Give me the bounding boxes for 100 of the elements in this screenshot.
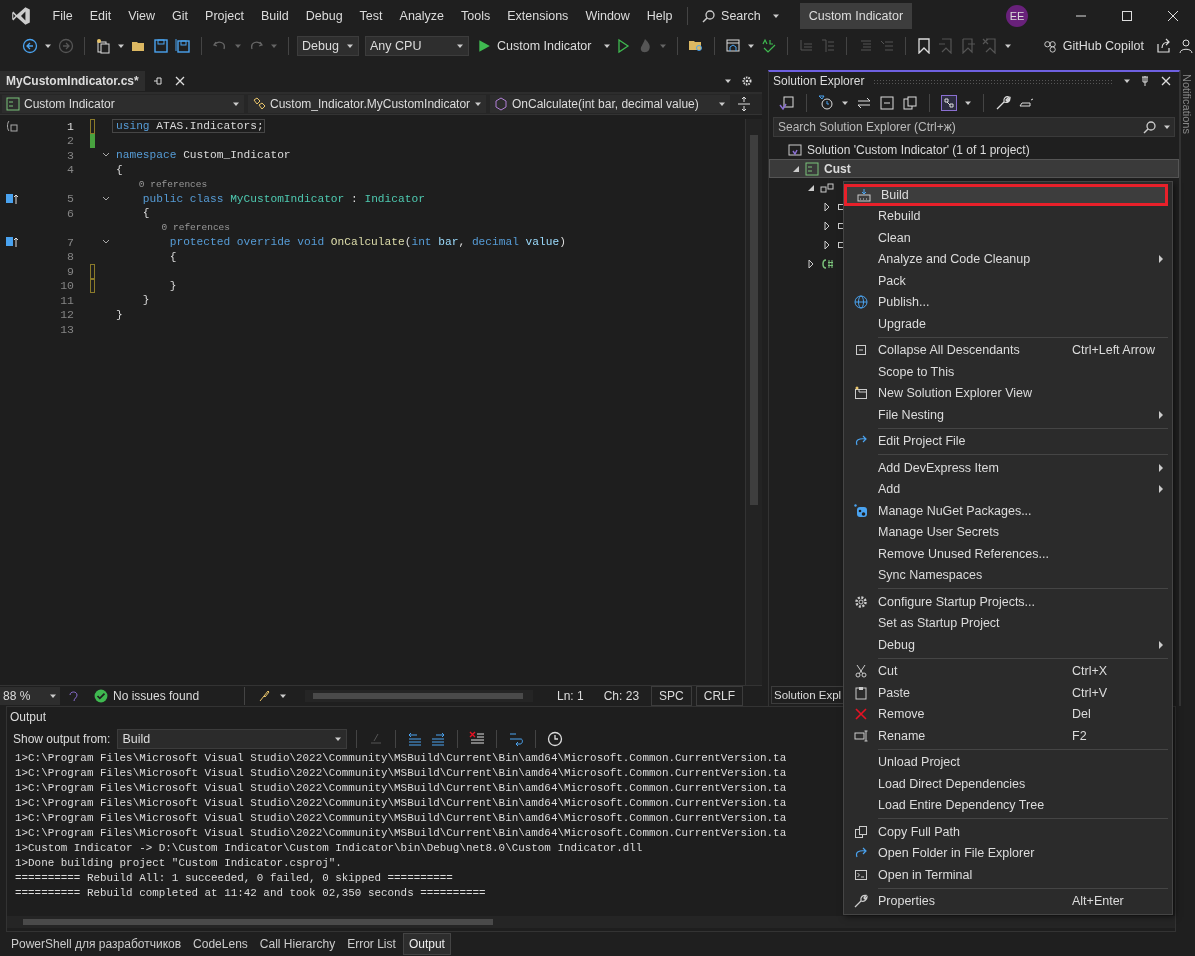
- search-field[interactable]: Search Solution Explorer (Ctrl+ж): [773, 117, 1175, 137]
- tool-window-tab[interactable]: Error List: [342, 934, 401, 954]
- menu-item[interactable]: Edit: [81, 9, 120, 23]
- menu-item[interactable]: Tools: [452, 9, 499, 23]
- menu-item[interactable]: Test: [351, 9, 392, 23]
- browser-icon[interactable]: [725, 38, 742, 54]
- menu-item[interactable]: Cut Ctrl+X: [844, 660, 1172, 682]
- start-button[interactable]: Custom Indicator: [477, 39, 612, 53]
- save-icon[interactable]: [153, 38, 169, 54]
- save-all-icon[interactable]: [175, 38, 191, 54]
- collapse-all-icon[interactable]: [879, 95, 895, 111]
- menu-item[interactable]: Analyze: [391, 9, 453, 23]
- tool-window-tab[interactable]: CodeLens: [188, 934, 253, 954]
- line-ending-indicator[interactable]: CRLF: [695, 686, 744, 706]
- menu-item[interactable]: Open Folder in File Explorer: [844, 842, 1172, 864]
- platform-dropdown[interactable]: Any CPU: [365, 36, 469, 56]
- menu-item[interactable]: Load Entire Dependency Tree: [844, 794, 1172, 816]
- word-wrap-icon[interactable]: [508, 731, 525, 747]
- menu-item[interactable]: Rename F2: [844, 725, 1172, 747]
- ear-icon[interactable]: [67, 690, 79, 702]
- show-all-files-icon[interactable]: [941, 95, 957, 111]
- split-icon[interactable]: [736, 96, 752, 112]
- menu-item[interactable]: Set as Startup Project: [844, 612, 1172, 634]
- sync-icon[interactable]: [856, 95, 872, 111]
- close-icon[interactable]: [1160, 75, 1172, 87]
- menu-item[interactable]: Build: [844, 184, 1168, 206]
- menu-item[interactable]: Open in Terminal: [844, 864, 1172, 886]
- clear-all-icon[interactable]: [469, 731, 486, 747]
- menu-item[interactable]: Project: [196, 9, 253, 23]
- back-icon[interactable]: [22, 38, 38, 54]
- menu-item[interactable]: Unload Project: [844, 751, 1172, 773]
- person-icon[interactable]: [1178, 38, 1194, 54]
- document-tab[interactable]: MyCustomIndicator.cs*: [0, 71, 145, 91]
- menu-item[interactable]: Sync Namespaces: [844, 564, 1172, 586]
- menu-item[interactable]: Paste Ctrl+V: [844, 682, 1172, 704]
- share-icon[interactable]: [1156, 38, 1172, 54]
- close-icon[interactable]: [1167, 10, 1179, 22]
- menu-item[interactable]: Remove Unused References...: [844, 543, 1172, 565]
- menu-item[interactable]: Extensions: [498, 9, 577, 23]
- menu-item[interactable]: Load Direct Dependencies: [844, 773, 1172, 795]
- menu-item[interactable]: Scope to This: [844, 361, 1172, 383]
- menu-item[interactable]: Properties Alt+Enter: [844, 890, 1172, 912]
- horizontal-scrollbar[interactable]: [305, 690, 533, 702]
- pin-icon[interactable]: [1139, 75, 1151, 87]
- vertical-scrollbar[interactable]: [745, 119, 762, 685]
- menu-item[interactable]: Analyze and Code Cleanup: [844, 248, 1172, 270]
- maximize-icon[interactable]: [1121, 10, 1133, 22]
- configuration-dropdown[interactable]: Debug: [297, 36, 359, 56]
- menu-item[interactable]: Collapse All Descendants Ctrl+Left Arrow: [844, 339, 1172, 361]
- collapsed-arrow-icon[interactable]: [822, 201, 832, 212]
- caret-icon[interactable]: [1123, 77, 1131, 85]
- menu-item[interactable]: Clean: [844, 227, 1172, 249]
- menu-item[interactable]: Build: [252, 9, 298, 23]
- tool-window-tab[interactable]: Output: [402, 933, 451, 955]
- spell-check-icon[interactable]: [761, 38, 778, 54]
- close-icon[interactable]: [173, 75, 186, 87]
- navigation-dropdown[interactable]: Custom Indicator: [2, 95, 244, 113]
- caret-icon[interactable]: [964, 99, 972, 107]
- menu-item[interactable]: File: [44, 9, 82, 23]
- whitespace-indicator[interactable]: SPC: [651, 686, 692, 706]
- menu-item[interactable]: Upgrade: [844, 313, 1172, 335]
- caret-icon[interactable]: [44, 42, 52, 50]
- issues-indicator[interactable]: No issues found: [94, 689, 234, 703]
- caret-icon[interactable]: [1163, 123, 1171, 131]
- bookmark-icon[interactable]: [916, 38, 933, 54]
- switch-views-icon[interactable]: [779, 95, 795, 111]
- menu-item[interactable]: File Nesting: [844, 404, 1172, 426]
- menu-item[interactable]: Pack: [844, 270, 1172, 292]
- menu-item[interactable]: New Solution Explorer View: [844, 382, 1172, 404]
- menu-item[interactable]: Remove Del: [844, 703, 1172, 725]
- caret-icon[interactable]: [117, 42, 125, 50]
- menu-item[interactable]: Rebuild: [844, 205, 1172, 227]
- user-avatar[interactable]: EE: [1006, 5, 1028, 27]
- caret-icon[interactable]: [841, 99, 849, 107]
- caret-icon[interactable]: [279, 692, 287, 700]
- copy-icon[interactable]: [902, 95, 918, 111]
- pin-icon[interactable]: [151, 75, 164, 87]
- tree-item[interactable]: Cust: [769, 159, 1179, 178]
- next-message-icon[interactable]: [430, 731, 447, 747]
- menu-item[interactable]: Edit Project File: [844, 430, 1172, 452]
- previous-message-icon[interactable]: [407, 731, 424, 747]
- collapsed-arrow-icon[interactable]: [806, 258, 816, 269]
- menu-item[interactable]: Help: [638, 9, 682, 23]
- caret-icon[interactable]: [724, 77, 732, 85]
- collapsed-arrow-icon[interactable]: [822, 220, 832, 231]
- menu-item[interactable]: Manage User Secrets: [844, 521, 1172, 543]
- zoom-dropdown[interactable]: 88 %: [0, 687, 60, 705]
- menu-item[interactable]: Manage NuGet Packages...: [844, 500, 1172, 522]
- caret-icon[interactable]: [1004, 42, 1013, 50]
- clock-icon[interactable]: [547, 731, 564, 747]
- new-item-icon[interactable]: [95, 38, 111, 54]
- tool-window-tab[interactable]: PowerShell для разработчиков: [6, 934, 187, 954]
- menu-item[interactable]: Add DevExpress Item: [844, 457, 1172, 479]
- navigation-dropdown[interactable]: OnCalculate(int bar, decimal value): [490, 95, 730, 113]
- wrench-icon[interactable]: [995, 95, 1011, 111]
- menu-item[interactable]: View: [119, 9, 164, 23]
- menu-item[interactable]: Debug: [844, 634, 1172, 656]
- code-lens[interactable]: 0 references: [113, 178, 208, 190]
- collapsed-arrow-icon[interactable]: [822, 239, 832, 250]
- settings-icon[interactable]: [741, 75, 753, 87]
